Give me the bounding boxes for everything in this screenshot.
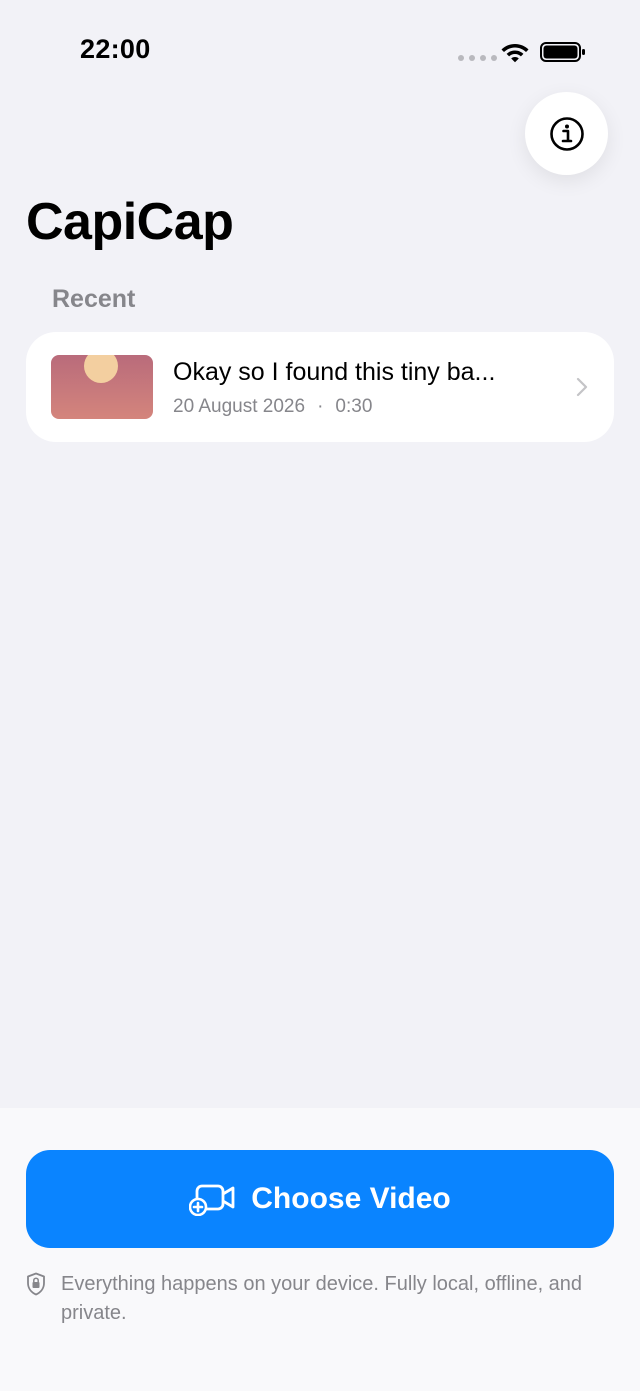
video-title: Okay so I found this tiny ba...	[173, 358, 496, 386]
section-header-recent: Recent	[52, 285, 136, 313]
info-button[interactable]	[525, 92, 608, 175]
video-thumbnail	[51, 355, 153, 419]
recent-video-item[interactable]: Okay so I found this tiny ba... 20 Augus…	[26, 332, 614, 442]
bottom-panel: Choose Video Everything happens on your …	[0, 1108, 640, 1391]
video-meta: 20 August 2026 · 0:30	[173, 396, 372, 418]
meta-separator: ·	[317, 396, 324, 417]
video-date: 20 August 2026	[173, 396, 306, 417]
choose-video-label: Choose Video	[251, 1182, 451, 1215]
status-bar: 22:00	[0, 0, 640, 100]
sun-shape	[84, 355, 118, 383]
chevron-right-icon	[576, 377, 588, 397]
status-time: 22:00	[80, 34, 151, 64]
video-duration: 0:30	[335, 396, 373, 417]
info-circle-icon	[549, 116, 584, 151]
battery-icon	[540, 42, 585, 62]
wifi-icon	[501, 44, 529, 63]
signal-dots-icon	[458, 55, 497, 61]
privacy-text: Everything happens on your device. Fully…	[61, 1273, 583, 1324]
app-screen: 22:00 CapiCap Recent Okay so I found thi…	[0, 0, 640, 1391]
lock-shield-icon	[27, 1272, 45, 1296]
choose-video-button[interactable]: Choose Video	[26, 1150, 614, 1248]
video-add-icon	[189, 1184, 235, 1216]
page-title: CapiCap	[26, 193, 234, 251]
